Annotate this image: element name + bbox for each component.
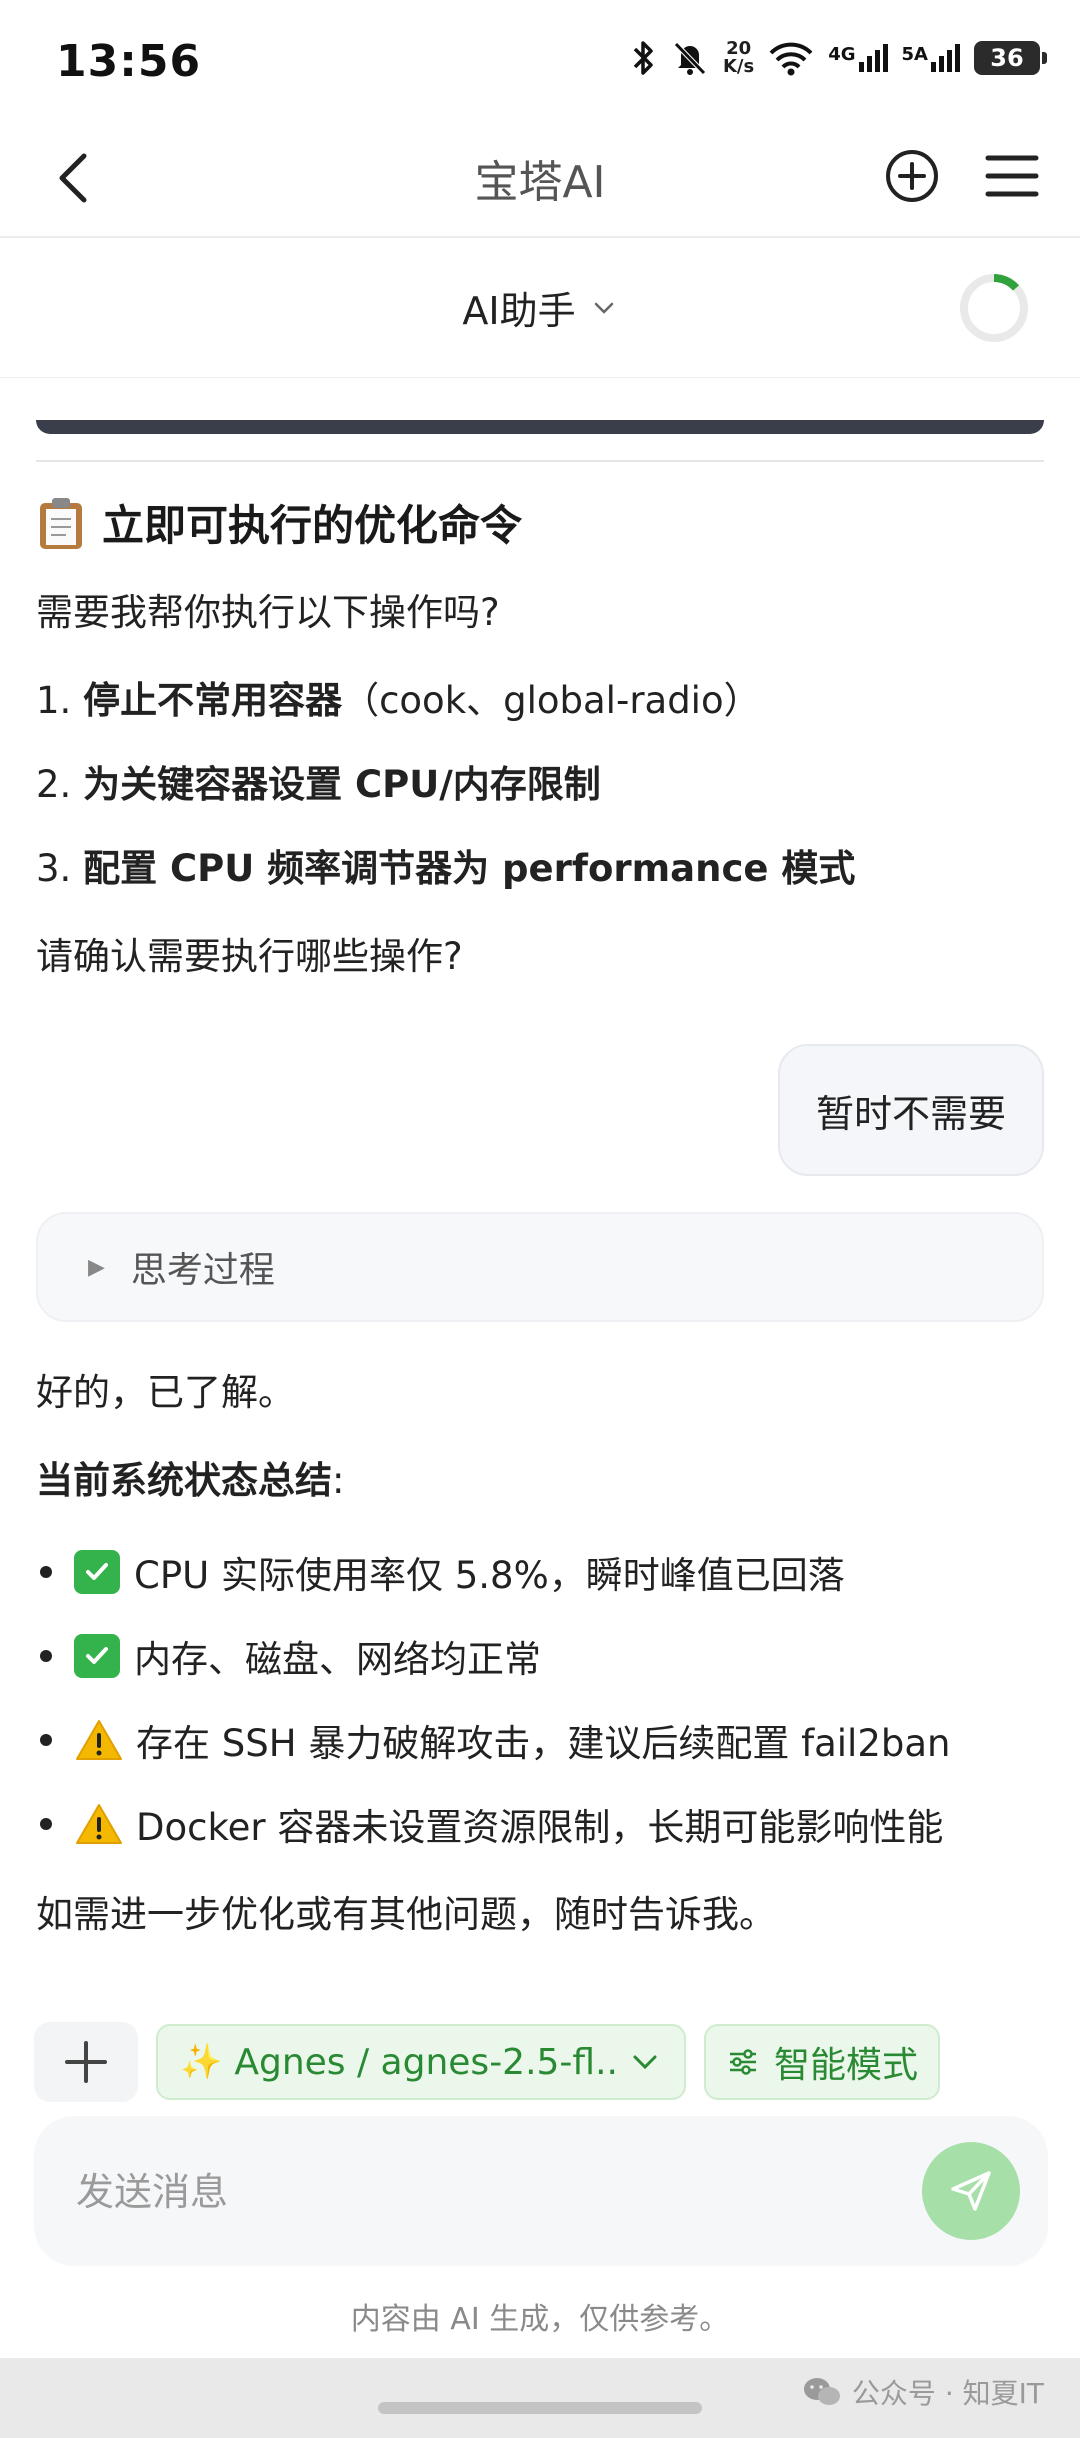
step-number: 2.	[36, 763, 72, 806]
sparkles-icon: ✨	[180, 2042, 223, 2082]
bullet-dot	[40, 1650, 52, 1662]
send-icon	[951, 2171, 991, 2211]
status-bar: 13:56 20 K/s 4G 5A 36	[0, 0, 1080, 118]
assistant-selector[interactable]: AI助手	[0, 280, 1080, 335]
chat-area[interactable]: 立即可执行的优化命令 需要我帮你执行以下操作吗? 1. 停止不常用容器（cook…	[0, 380, 1080, 2000]
status-icons: 20 K/s 4G 5A 36	[631, 38, 1047, 78]
send-button[interactable]	[922, 2142, 1020, 2240]
step-item: 3. 配置 CPU 频率调节器为 performance 模式	[36, 838, 855, 892]
model-selector[interactable]: ✨ Agnes / agnes-2.5-fl...	[156, 2024, 686, 2100]
wifi-icon	[768, 38, 814, 78]
check-icon	[74, 1550, 120, 1594]
mode-selector[interactable]: 智能模式	[704, 2024, 940, 2100]
step-bold-text: 为关键容器设置 CPU/内存限制	[83, 763, 601, 806]
section-title: 立即可执行的优化命令	[102, 501, 523, 550]
step-item: 2. 为关键容器设置 CPU/内存限制	[36, 754, 601, 808]
list-item: CPU 实际使用率仅 5.8%，瞬时峰值已回落	[40, 1530, 951, 1614]
step-rest-text: （cook、global-radio）	[342, 679, 761, 722]
thinking-process-toggle[interactable]: ▶ 思考过程	[36, 1212, 1044, 1322]
menu-button[interactable]	[976, 140, 1048, 212]
list-item: 存在 SSH 暴力破解攻击，建议后续配置 fail2ban	[40, 1698, 951, 1782]
list-item-text: 内存、磁盘、网络均正常	[134, 1638, 541, 1681]
step-number: 1.	[36, 679, 72, 722]
new-chat-button[interactable]	[876, 140, 948, 212]
ai-disclaimer: 内容由 AI 生成，仅供参考。	[350, 2302, 730, 2337]
nav-bar: 宝塔AI	[0, 118, 1080, 238]
bullet-dot	[40, 1566, 52, 1578]
watermark-text: 公众号 · 知夏IT	[851, 2377, 1044, 2410]
check-icon	[74, 1634, 120, 1678]
hamburger-icon	[985, 155, 1039, 197]
wechat-icon	[803, 2378, 840, 2405]
confirm-text: 请确认需要执行哪些操作?	[36, 935, 463, 978]
question-text: 需要我帮你执行以下操作吗?	[36, 591, 500, 634]
step-bold-text: 停止不常用容器	[83, 679, 343, 722]
chevron-down-icon	[594, 302, 613, 314]
mute-bell-icon	[671, 38, 709, 78]
net-speed-unit: K/s	[722, 56, 755, 77]
warning-icon	[76, 1804, 122, 1844]
warning-icon	[76, 1720, 122, 1760]
assistant-header: AI助手	[0, 240, 1080, 378]
plus-circle-icon	[886, 150, 938, 202]
code-block-edge	[36, 420, 1044, 434]
system-nav-bar: 公众号 · 知夏IT	[0, 2358, 1080, 2438]
clipboard-icon	[40, 497, 82, 549]
user-message-bubble[interactable]: 暂时不需要	[777, 1044, 1044, 1176]
watermark: 公众号 · 知夏IT	[802, 2372, 1044, 2412]
divider	[36, 460, 1044, 462]
signal-4g-label: 4G	[828, 44, 856, 65]
message-input[interactable]	[76, 2152, 896, 2232]
caret-right-icon: ▶	[88, 1254, 105, 1280]
bullet-dot	[40, 1818, 52, 1830]
closing-text: 如需进一步优化或有其他问题，随时告诉我。	[36, 1893, 776, 1936]
plus-icon	[65, 2041, 107, 2083]
signal-5a-label: 5A	[901, 44, 928, 65]
bluetooth-icon	[631, 38, 657, 78]
summary-heading: 当前系统状态总结:	[36, 1450, 344, 1504]
battery-icon: 36	[974, 41, 1047, 75]
composer: ✨ Agnes / agnes-2.5-fl... 智能模式 内容由 AI 生成…	[0, 2004, 1080, 2358]
mode-label: 智能模式	[773, 2045, 918, 2086]
net-speed: 20 K/s	[723, 40, 754, 76]
thinking-label: 思考过程	[130, 1250, 275, 1291]
list-item-text: CPU 实际使用率仅 5.8%，瞬时峰值已回落	[134, 1554, 845, 1597]
list-item-text: 存在 SSH 暴力破解攻击，建议后续配置 fail2ban	[136, 1722, 951, 1765]
home-indicator[interactable]	[378, 2402, 702, 2414]
attach-button[interactable]	[34, 2022, 138, 2102]
list-item: 内存、磁盘、网络均正常	[40, 1614, 951, 1698]
assistant-label: AI助手	[462, 289, 576, 333]
list-item: Docker 容器未设置资源限制，长期可能影响性能	[40, 1782, 951, 1866]
loading-spinner-icon	[960, 274, 1028, 342]
list-item-text: Docker 容器未设置资源限制，长期可能影响性能	[136, 1806, 944, 1849]
step-bold-text: 配置 CPU 频率调节器为 performance 模式	[83, 847, 856, 890]
sliders-icon	[729, 2049, 756, 2075]
status-time: 13:56	[56, 36, 202, 87]
summary-list: CPU 实际使用率仅 5.8%，瞬时峰值已回落 内存、磁盘、网络均正常 存在 S…	[40, 1530, 951, 1866]
bullet-dot	[40, 1734, 52, 1746]
signal-5a-icon: 5A	[902, 38, 960, 78]
step-number: 3.	[36, 847, 72, 890]
ack-text: 好的，已了解。	[36, 1371, 295, 1414]
signal-4g-icon: 4G	[828, 38, 888, 78]
step-item: 1. 停止不常用容器（cook、global-radio）	[36, 670, 761, 724]
section-heading: 立即可执行的优化命令	[36, 492, 522, 553]
message-input-wrap	[34, 2116, 1048, 2266]
chevron-down-icon	[633, 2055, 657, 2070]
model-label: Agnes / agnes-2.5-fl...	[234, 2041, 616, 2083]
summary-title: 当前系统状态总结	[36, 1459, 332, 1502]
summary-colon: :	[332, 1459, 345, 1502]
